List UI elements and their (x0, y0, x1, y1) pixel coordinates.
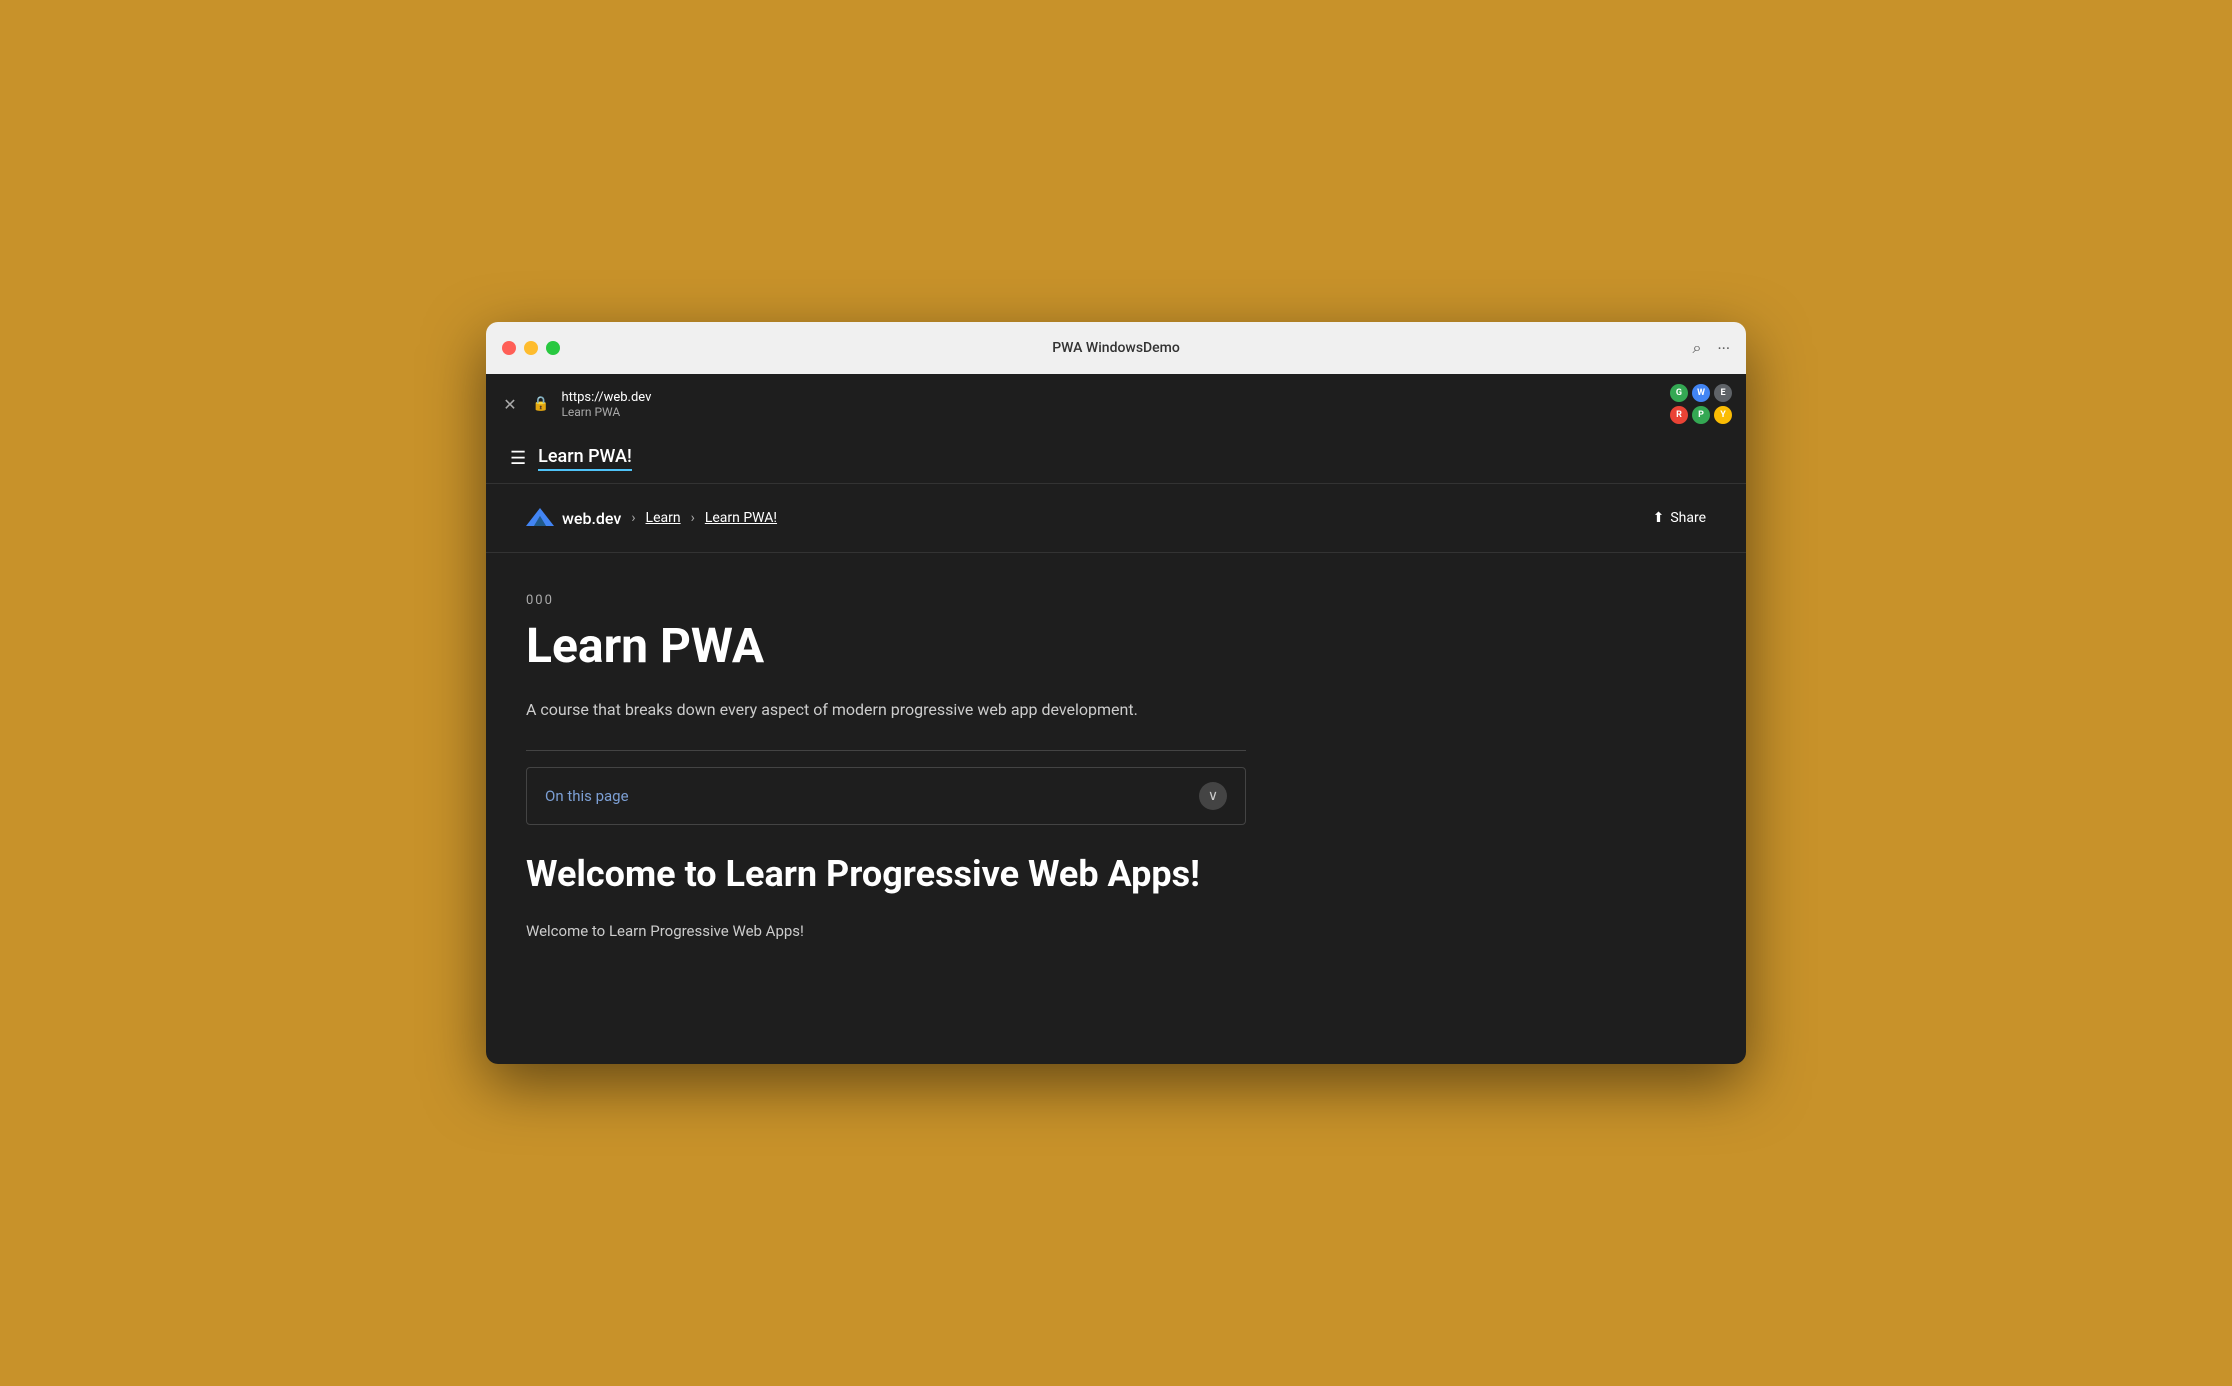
window-title: PWA WindowsDemo (1052, 340, 1180, 356)
course-description: A course that breaks down every aspect o… (526, 697, 1246, 723)
breadcrumb-sep-1: › (631, 510, 635, 526)
ext-icon-4: R (1670, 406, 1688, 424)
url-info: https://web.dev Learn PWA (561, 390, 651, 419)
breadcrumb-bar: web.dev › Learn › Learn PWA! ⬆ Share (486, 484, 1746, 553)
lock-icon: 🔒 (532, 396, 549, 412)
extension-icons: G W E R P Y (1652, 384, 1732, 424)
breadcrumb-learn-link[interactable]: Learn (646, 510, 681, 526)
traffic-lights (502, 341, 560, 355)
ext-icon-2: W (1692, 384, 1710, 402)
webdev-logo[interactable]: web.dev (526, 504, 621, 532)
search-icon[interactable]: ⌕ (1692, 338, 1701, 358)
webdev-logo-icon (526, 504, 554, 532)
divider (526, 750, 1246, 751)
content-area: 000 Learn PWA A course that breaks down … (486, 553, 1286, 983)
ext-icon-3: E (1714, 384, 1732, 402)
ext-icon-6: Y (1714, 406, 1732, 424)
breadcrumb: web.dev › Learn › Learn PWA! (526, 504, 777, 532)
browser-chrome: ✕ 🔒 https://web.dev Learn PWA G W E R P … (486, 374, 1746, 434)
hamburger-menu-icon[interactable]: ☰ (510, 448, 526, 469)
share-button[interactable]: ⬆ Share (1653, 510, 1706, 526)
page-subtitle: Learn PWA (561, 405, 651, 419)
url-text: https://web.dev (561, 390, 651, 405)
on-this-page-toggle[interactable]: On this page ∨ (526, 767, 1246, 825)
tab-close-button[interactable]: ✕ (500, 395, 520, 414)
more-options-icon[interactable]: ··· (1717, 339, 1730, 358)
ext-icon-5: P (1692, 406, 1710, 424)
breadcrumb-sep-2: › (691, 510, 695, 526)
course-title: Learn PWA (526, 620, 1246, 673)
ext-icon-1: G (1670, 384, 1688, 402)
navbar: ☰ Learn PWA! (486, 434, 1746, 484)
navbar-title: Learn PWA! (538, 446, 632, 471)
chevron-down-icon: ∨ (1199, 782, 1227, 810)
webdev-logo-text: web.dev (562, 509, 621, 528)
course-number: 000 (526, 593, 1246, 608)
welcome-heading: Welcome to Learn Progressive Web Apps! (526, 853, 1246, 895)
maximize-button[interactable] (546, 341, 560, 355)
main-content: web.dev › Learn › Learn PWA! ⬆ Share 000… (486, 484, 1746, 1064)
on-this-page-label: On this page (545, 787, 629, 805)
breadcrumb-learn-pwa-link[interactable]: Learn PWA! (705, 510, 777, 526)
welcome-text: Welcome to Learn Progressive Web Apps! (526, 919, 1246, 943)
share-label: Share (1670, 510, 1706, 526)
title-bar-actions: ⌕ ··· (1692, 338, 1730, 358)
share-icon: ⬆ (1653, 510, 1665, 526)
minimize-button[interactable] (524, 341, 538, 355)
browser-window: PWA WindowsDemo ⌕ ··· ✕ 🔒 https://web.de… (486, 322, 1746, 1064)
title-bar: PWA WindowsDemo ⌕ ··· (486, 322, 1746, 374)
close-button[interactable] (502, 341, 516, 355)
